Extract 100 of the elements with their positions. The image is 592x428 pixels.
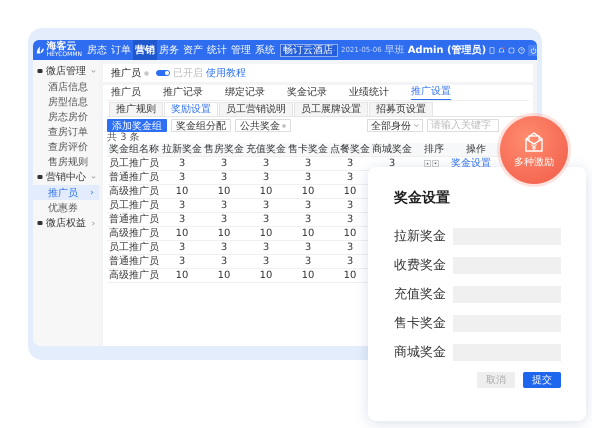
sub-tab[interactable]: 招募页设置: [369, 102, 433, 116]
table-cell-text: 10: [174, 186, 190, 198]
sidebar-item[interactable]: 房型信息: [33, 94, 99, 109]
sidebar-item[interactable]: 查房评价: [33, 139, 99, 154]
table-cell-text: 10: [216, 228, 232, 240]
page-title: 推广员: [111, 66, 141, 80]
column-header: 奖金组名称: [108, 144, 160, 156]
tab[interactable]: 推广设置: [411, 85, 451, 100]
chevron-down-icon: [414, 124, 419, 127]
table-cell-text: 3: [304, 172, 312, 184]
table-cell-text: 普通推广员: [108, 256, 160, 268]
sidebar-item[interactable]: 酒店信息: [33, 79, 99, 94]
table-cell-text: 10: [174, 270, 190, 282]
bell-icon[interactable]: [498, 46, 506, 54]
user-name[interactable]: Admin (管理员): [408, 43, 486, 57]
sub-tab[interactable]: 员工营销说明: [219, 102, 293, 116]
table-cell-text: 员工推广员: [108, 200, 160, 212]
sidebar-group[interactable]: 微店权益: [33, 215, 99, 231]
toggle-switch[interactable]: [156, 70, 170, 76]
table-cell-text: 3: [220, 214, 228, 226]
table-cell-text: 3: [262, 242, 270, 254]
table-cell-text: 10: [300, 228, 316, 240]
chevron-right-icon: [90, 190, 94, 195]
sidebar-item[interactable]: 售房规则: [33, 154, 99, 169]
table-cell-text: 10: [342, 186, 358, 198]
phone-icon[interactable]: [489, 46, 496, 54]
table-cell-text: 3: [346, 200, 354, 212]
info-icon: [282, 124, 286, 128]
nav-item[interactable]: 订单: [109, 40, 133, 60]
table-cell-text: 3: [178, 172, 186, 184]
table-cell-text: 普通推广员: [108, 214, 160, 226]
table-cell-text: 3: [346, 242, 354, 254]
table-cell-text: 3: [304, 256, 312, 268]
tab[interactable]: 推广记录: [163, 86, 203, 100]
table-cell-text: 3: [346, 256, 354, 268]
table-cell-text: 3: [346, 214, 354, 226]
info-icon: [144, 70, 149, 76]
table-cell-text: 10: [258, 186, 274, 198]
nav-item[interactable]: 营销: [133, 40, 157, 60]
table-cell-text: 3: [178, 214, 186, 226]
row-action-link[interactable]: 奖金设置: [451, 158, 491, 170]
tab[interactable]: 绑定记录: [225, 86, 265, 100]
table-cell-text: 10: [174, 228, 190, 240]
column-header: 售房奖金: [203, 144, 245, 156]
field-label: 商城奖金: [394, 344, 446, 361]
help-icon[interactable]: [518, 46, 526, 54]
toolbar-button[interactable]: 奖金组分配: [171, 119, 231, 132]
column-header: 点餐奖金: [329, 144, 371, 156]
tab[interactable]: 推广员: [111, 86, 141, 100]
help-link[interactable]: 使用教程: [206, 66, 246, 80]
sub-tab[interactable]: 推广规则: [109, 102, 163, 116]
field-label: 收费奖金: [394, 257, 446, 274]
hotel-select[interactable]: 畅订云酒店: [280, 44, 338, 56]
table-cell-text: 高级推广员: [108, 186, 160, 198]
sidebar-item[interactable]: 推广员: [33, 185, 99, 200]
power-button[interactable]: [528, 44, 537, 56]
sidebar-item[interactable]: 优惠券: [33, 200, 99, 215]
table-cell-text: 3: [178, 158, 186, 170]
nav-item[interactable]: 资产: [181, 40, 205, 60]
table-cell-text: 3: [178, 256, 186, 268]
badge-label: 多种激励: [514, 156, 554, 169]
power-icon: [530, 46, 537, 54]
logo-text: 海客云: [46, 42, 77, 52]
table-cell-text: 高级推广员: [108, 270, 160, 282]
table-cell-text: 3: [304, 158, 312, 170]
identity-select[interactable]: 全部身份: [367, 119, 423, 132]
nav-item[interactable]: 统计: [205, 40, 229, 60]
table-cell-text: 3: [262, 214, 270, 226]
table-cell-text: 员工推广员: [108, 158, 160, 170]
logo-icon: [36, 45, 45, 55]
column-header: 充值奖金: [245, 144, 287, 156]
table-cell-text: 3: [262, 200, 270, 212]
table-cell-text: 3: [220, 256, 228, 268]
table-cell-text: 3: [304, 200, 312, 212]
field-label: 拉新奖金: [394, 228, 446, 245]
tab[interactable]: 奖金记录: [287, 86, 327, 100]
nav-item[interactable]: 系统: [253, 40, 277, 60]
toolbar-button[interactable]: 公共奖金: [235, 119, 291, 132]
toolbar-button[interactable]: 添加奖金组: [107, 119, 167, 132]
shift-text: 早班: [384, 44, 405, 57]
sidebar-group[interactable]: 营销中心: [33, 169, 99, 185]
nav-item[interactable]: 房态: [85, 40, 109, 60]
table-cell-text: 3: [178, 242, 186, 254]
table-cell-text: 3: [304, 214, 312, 226]
nav-item[interactable]: 管理: [229, 40, 253, 60]
sidebar-group[interactable]: 微店管理: [33, 63, 99, 79]
table-cell-text: 3: [262, 256, 270, 268]
tab[interactable]: 业绩统计: [349, 86, 389, 100]
sub-tab[interactable]: 奖励设置: [164, 102, 218, 116]
sidebar-item[interactable]: 房态房价: [33, 109, 99, 124]
table-cell-text: 3: [388, 158, 396, 170]
column-header: 商城奖金: [371, 144, 413, 156]
nav-item[interactable]: 房务: [157, 40, 181, 60]
table-cell-text: 3: [346, 158, 354, 170]
table-cell-text: 10: [258, 228, 274, 240]
sub-tab[interactable]: 员工展牌设置: [294, 102, 368, 116]
table-cell-text: 3: [304, 242, 312, 254]
submit-button[interactable]: 提交: [523, 372, 561, 388]
sidebar-item[interactable]: 查房订单: [33, 124, 99, 139]
table-cell-text: 3: [346, 172, 354, 184]
